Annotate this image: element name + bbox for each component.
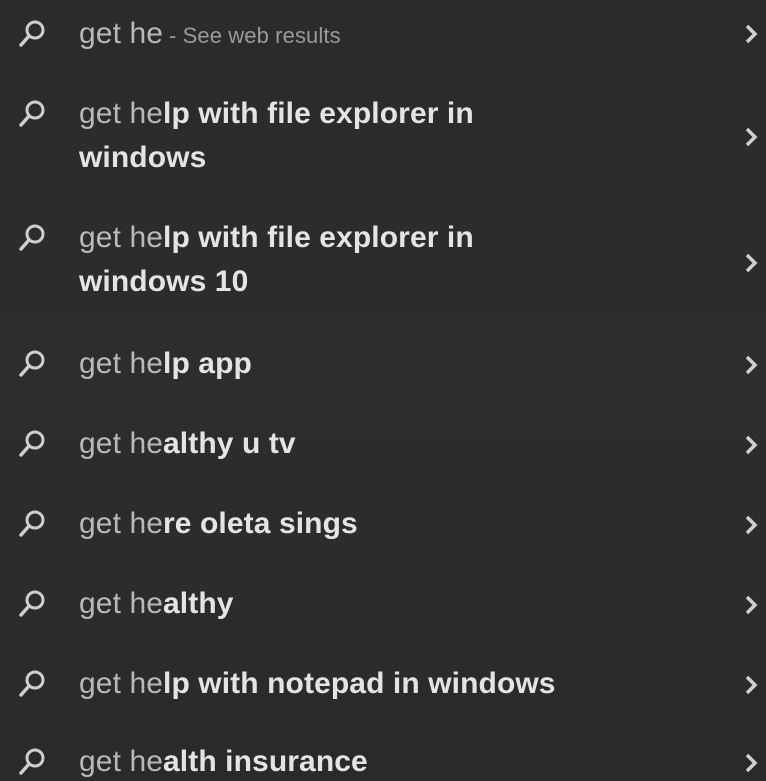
query-text: get he	[79, 745, 164, 778]
suggestion-text: get healthy	[79, 582, 686, 626]
completion-text: lp with file explorer in	[163, 221, 474, 254]
chevron-right-icon[interactable]	[740, 670, 762, 700]
chevron-right-icon[interactable]	[740, 510, 762, 540]
suggestion-text: get help app	[79, 342, 686, 386]
completion-text-line2: windows 10	[79, 265, 249, 298]
query-text: get he	[79, 97, 164, 130]
suggestion-item[interactable]: get healthy u tv	[0, 418, 766, 474]
completion-text: althy u tv	[163, 427, 296, 460]
query-text: get he	[79, 507, 164, 540]
search-icon	[12, 94, 52, 134]
search-icon	[12, 14, 52, 54]
suggestion-web-results[interactable]: get he - See web results	[0, 6, 766, 62]
query-text: get he	[79, 667, 164, 700]
completion-text: althy	[163, 587, 234, 620]
query-text: get he	[79, 427, 164, 460]
search-icon	[12, 504, 52, 544]
search-icon	[12, 424, 52, 464]
chevron-right-icon[interactable]	[740, 19, 762, 49]
search-suggestions-panel: get he - See web results get help with fi…	[0, 0, 766, 781]
chevron-right-icon[interactable]	[740, 590, 762, 620]
suggestion-text: get help with file explorer in windows	[79, 92, 686, 180]
query-text: get he	[79, 17, 164, 50]
suggestion-item[interactable]: get help app	[0, 338, 766, 394]
chevron-right-icon[interactable]	[740, 350, 762, 380]
search-icon	[12, 742, 52, 781]
search-icon	[12, 218, 52, 258]
suggestion-text: get he - See web results	[79, 12, 686, 58]
search-icon	[12, 344, 52, 384]
suggestion-item[interactable]: get healthy	[0, 578, 766, 634]
completion-text: lp with file explorer in	[163, 97, 474, 130]
chevron-right-icon[interactable]	[740, 248, 762, 278]
completion-text: lp with notepad in windows	[163, 667, 556, 700]
chevron-right-icon[interactable]	[740, 122, 762, 152]
suggestion-item[interactable]: get help with file explorer in windows	[0, 88, 766, 188]
suggestion-item[interactable]: get help with file explorer in windows 1…	[0, 214, 766, 314]
suggestion-text: get here oleta sings	[79, 502, 686, 546]
query-text: get he	[79, 347, 164, 380]
search-icon	[12, 664, 52, 704]
completion-text: lp app	[163, 347, 252, 380]
suggestion-text: get help with file explorer in windows 1…	[79, 216, 686, 304]
suggestion-text: get healthy u tv	[79, 422, 686, 466]
query-text: get he	[79, 221, 164, 254]
suggestion-item[interactable]: get help with notepad in windows	[0, 658, 766, 714]
query-text: get he	[79, 587, 164, 620]
completion-text: re oleta sings	[163, 507, 358, 540]
completion-text-line2: windows	[79, 141, 207, 174]
web-results-hint: - See web results	[169, 23, 341, 48]
suggestion-item[interactable]: get here oleta sings	[0, 498, 766, 554]
suggestion-item[interactable]: get health insurance	[0, 738, 766, 781]
suggestion-text: get help with notepad in windows	[79, 662, 686, 706]
suggestion-text: get health insurance	[79, 740, 686, 781]
chevron-right-icon[interactable]	[740, 430, 762, 460]
search-icon	[12, 584, 52, 624]
chevron-right-icon[interactable]	[740, 748, 762, 778]
completion-text: alth insurance	[163, 745, 368, 778]
